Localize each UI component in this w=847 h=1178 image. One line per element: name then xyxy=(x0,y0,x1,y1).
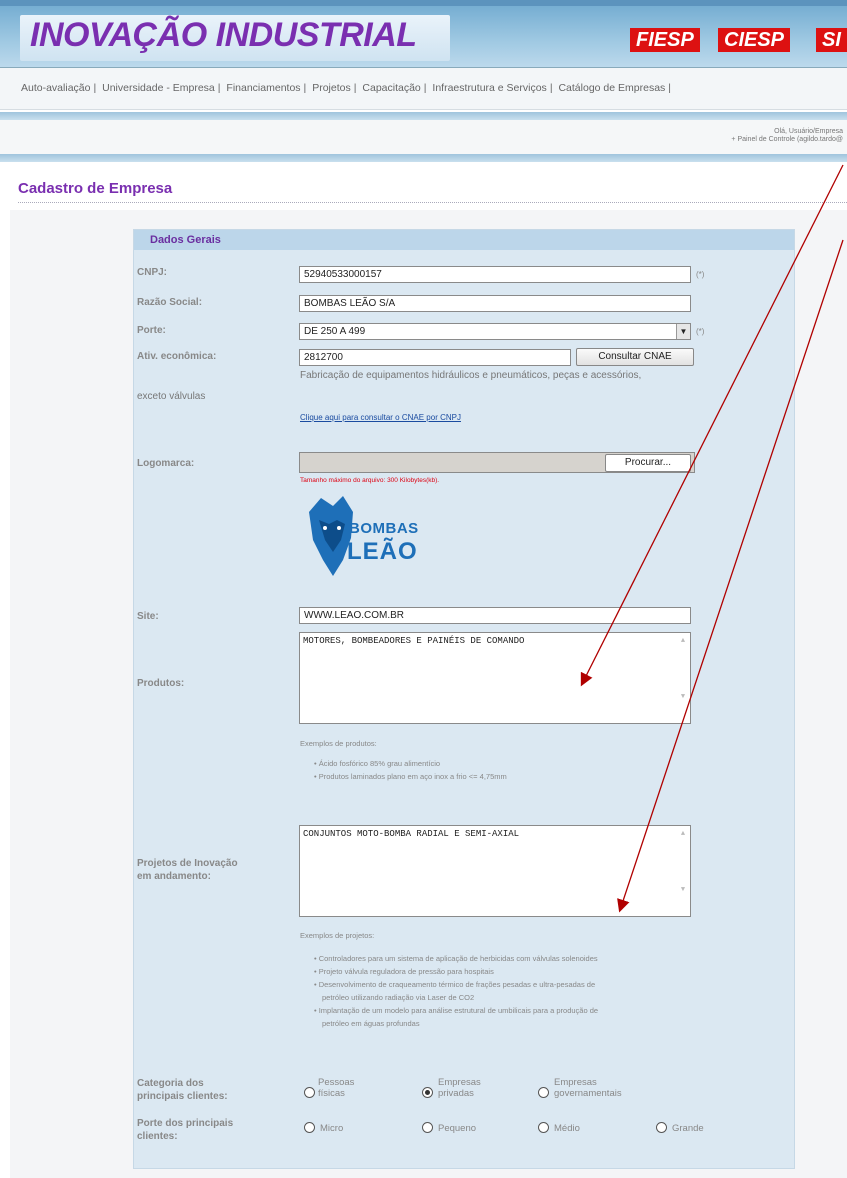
annotation-arrows xyxy=(580,164,844,913)
arrow-to-projetos xyxy=(617,239,844,913)
arrow-to-produtos xyxy=(580,164,844,687)
